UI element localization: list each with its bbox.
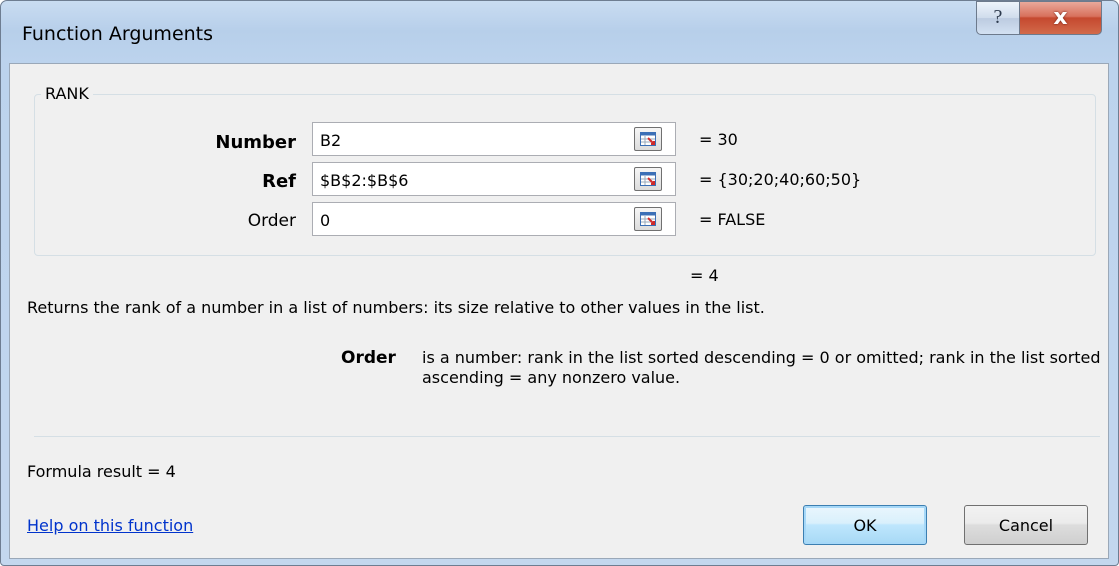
cancel-button[interactable]: Cancel — [964, 505, 1088, 545]
help-on-function-link[interactable]: Help on this function — [27, 516, 193, 535]
title-bar: Function Arguments ? x — [1, 1, 1118, 63]
ref-arg-label: Ref — [262, 171, 296, 192]
dialog-body: RANK Number B2 = 30 Ref $B$2:$B$6 = {30;… — [9, 63, 1109, 559]
formula-result: Formula result = 4 — [27, 462, 176, 481]
collapse-dialog-icon — [640, 212, 656, 226]
dialog-title: Function Arguments — [22, 23, 214, 45]
help-icon: ? — [993, 6, 1003, 28]
ref-ref-button[interactable] — [634, 167, 662, 191]
number-arg-label: Number — [215, 132, 296, 153]
ref-arg-input[interactable]: $B$2:$B$6 — [312, 162, 676, 196]
function-description: Returns the rank of a number in a list o… — [27, 298, 765, 317]
number-arg-result: = 30 — [699, 130, 738, 149]
order-arg-result: = FALSE — [699, 210, 766, 229]
argument-help-text: is a number: rank in the list sorted des… — [422, 348, 1101, 387]
function-arguments-dialog: Function Arguments ? x RANK Number B2 = … — [0, 0, 1119, 566]
number-arg-input[interactable]: B2 — [312, 122, 676, 156]
function-result: = 4 — [690, 266, 719, 285]
order-arg-label: Order — [247, 211, 296, 231]
function-name-label: RANK — [41, 84, 93, 103]
order-ref-button[interactable] — [634, 207, 662, 231]
collapse-dialog-icon — [640, 132, 656, 146]
argument-help-label: Order — [341, 348, 396, 368]
ok-button[interactable]: OK — [803, 505, 927, 545]
close-icon: x — [1053, 5, 1068, 30]
ref-arg-result: = {30;20;40;60;50} — [699, 170, 862, 189]
close-button[interactable]: x — [1019, 1, 1102, 35]
separator — [34, 436, 1100, 437]
order-arg-input[interactable]: 0 — [312, 202, 676, 236]
number-ref-button[interactable] — [634, 127, 662, 151]
help-button[interactable]: ? — [976, 1, 1020, 35]
collapse-dialog-icon — [640, 172, 656, 186]
